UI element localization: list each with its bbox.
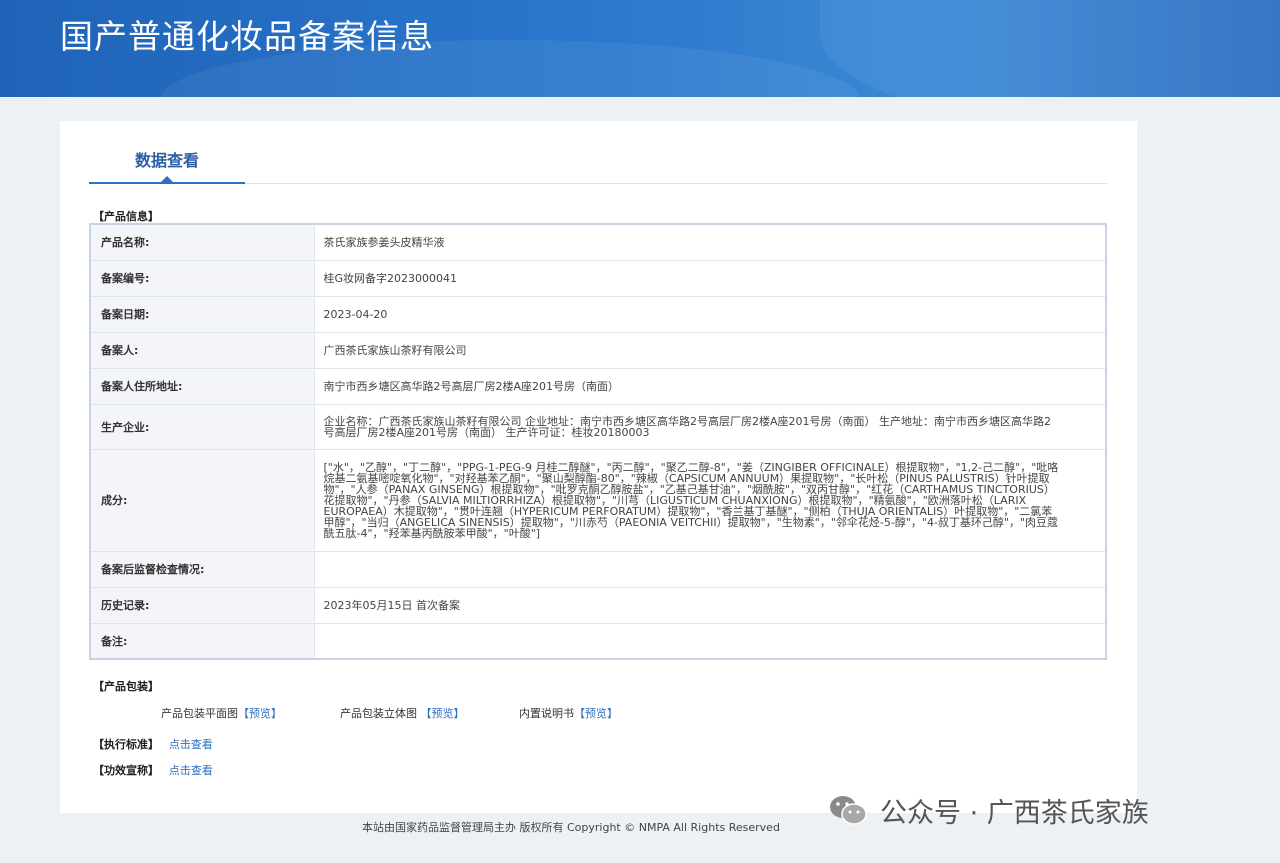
page-title: 国产普通化妆品备案信息 xyxy=(60,17,434,56)
standard-label: 【执行标准】 xyxy=(93,738,159,751)
efficacy-label: 【功效宣称】 xyxy=(93,764,159,777)
table-row: 备案编号: 桂G妆网备字2023000041 xyxy=(90,260,1106,297)
watermark: 公众号 · 广西茶氏家族 xyxy=(828,790,1149,830)
packaging-flat-label: 产品包装平面图 xyxy=(161,707,238,720)
registrant-value: 广西茶氏家族山茶籽有限公司 xyxy=(314,332,1106,369)
standard-row: 【执行标准】 点击查看 xyxy=(93,736,213,752)
manual-label: 内置说明书 xyxy=(519,707,574,720)
table-row: 成分: ["水"，"乙醇"，"丁二醇"，"PPG-1-PEG-9 月桂二醇醚"，… xyxy=(90,449,1106,552)
field-label: 备案人: xyxy=(90,332,315,369)
table-row: 备案日期: 2023-04-20 xyxy=(90,296,1106,333)
packaging-item: 内置说明书【预览】 xyxy=(519,705,618,721)
remarks-value xyxy=(314,623,1106,660)
table-row: 备案后监督检查情况: xyxy=(90,551,1106,588)
header-banner: 国产普通化妆品备案信息 xyxy=(0,0,1280,97)
table-row: 备案人住所地址: 南宁市西乡塘区高华路2号高层厂房2楼A座201号房（南面） xyxy=(90,368,1106,405)
ingredients-value: ["水"，"乙醇"，"丁二醇"，"PPG-1-PEG-9 月桂二醇醚"，"丙二醇… xyxy=(314,449,1106,552)
tab-bar: 数据查看 xyxy=(89,121,1107,184)
supervision-value xyxy=(314,551,1106,588)
tab-data-view[interactable]: 数据查看 xyxy=(89,121,245,184)
packaging-3d-preview-link[interactable]: 【预览】 xyxy=(421,707,465,720)
efficacy-row: 【功效宣称】 点击查看 xyxy=(93,762,213,778)
registration-number-value: 桂G妆网备字2023000041 xyxy=(314,260,1106,297)
field-label: 备案日期: xyxy=(90,296,315,333)
product-info-table: 产品名称: 茶氏家族参姜头皮精华液 备案编号: 桂G妆网备字2023000041… xyxy=(89,223,1107,660)
efficacy-view-link[interactable]: 点击查看 xyxy=(169,764,213,777)
field-label: 产品名称: xyxy=(90,224,315,261)
field-label: 生产企业: xyxy=(90,404,315,450)
caret-up-icon xyxy=(161,176,173,182)
section-title-packaging: 【产品包装】 xyxy=(93,680,159,693)
packaging-3d-label: 产品包装立体图 xyxy=(340,707,417,720)
table-row: 备案人: 广西茶氏家族山茶籽有限公司 xyxy=(90,332,1106,369)
watermark-text: 公众号 · 广西茶氏家族 xyxy=(880,797,1149,829)
field-label: 成分: xyxy=(90,449,315,552)
banner-decoration xyxy=(820,0,1280,97)
table-row: 备注: xyxy=(90,623,1106,660)
field-label: 备案后监督检查情况: xyxy=(90,551,315,588)
packaging-item: 产品包装立体图 【预览】 xyxy=(340,705,465,721)
section-title-product-info: 【产品信息】 xyxy=(93,210,159,223)
footer-copyright: 本站由国家药品监督管理局主办 版权所有 Copyright © NMPA All… xyxy=(362,821,780,834)
field-label: 备案人住所地址: xyxy=(90,368,315,405)
table-row: 历史记录: 2023年05月15日 首次备案 xyxy=(90,587,1106,624)
wechat-icon xyxy=(828,793,868,827)
field-label: 历史记录: xyxy=(90,587,315,624)
manufacturer-value: 企业名称：广西茶氏家族山茶籽有限公司 企业地址：南宁市西乡塘区高华路2号高层厂房… xyxy=(314,404,1106,450)
packaging-item: 产品包装平面图【预览】 xyxy=(161,705,282,721)
registration-date-value: 2023-04-20 xyxy=(314,296,1106,333)
tab-label: 数据查看 xyxy=(134,151,199,170)
registrant-address-value: 南宁市西乡塘区高华路2号高层厂房2楼A座201号房（南面） xyxy=(314,368,1106,405)
table-row: 生产企业: 企业名称：广西茶氏家族山茶籽有限公司 企业地址：南宁市西乡塘区高华路… xyxy=(90,404,1106,450)
packaging-flat-preview-link[interactable]: 【预览】 xyxy=(238,707,282,720)
product-name-value: 茶氏家族参姜头皮精华液 xyxy=(314,224,1106,261)
field-label: 备案编号: xyxy=(90,260,315,297)
table-row: 产品名称: 茶氏家族参姜头皮精华液 xyxy=(90,224,1106,261)
standard-view-link[interactable]: 点击查看 xyxy=(169,738,213,751)
manual-preview-link[interactable]: 【预览】 xyxy=(574,707,618,720)
content-card: 数据查看 【产品信息】 产品名称: 茶氏家族参姜头皮精华液 备案编号: 桂G妆网… xyxy=(60,121,1137,813)
field-label: 备注: xyxy=(90,623,315,660)
history-value: 2023年05月15日 首次备案 xyxy=(314,587,1106,624)
